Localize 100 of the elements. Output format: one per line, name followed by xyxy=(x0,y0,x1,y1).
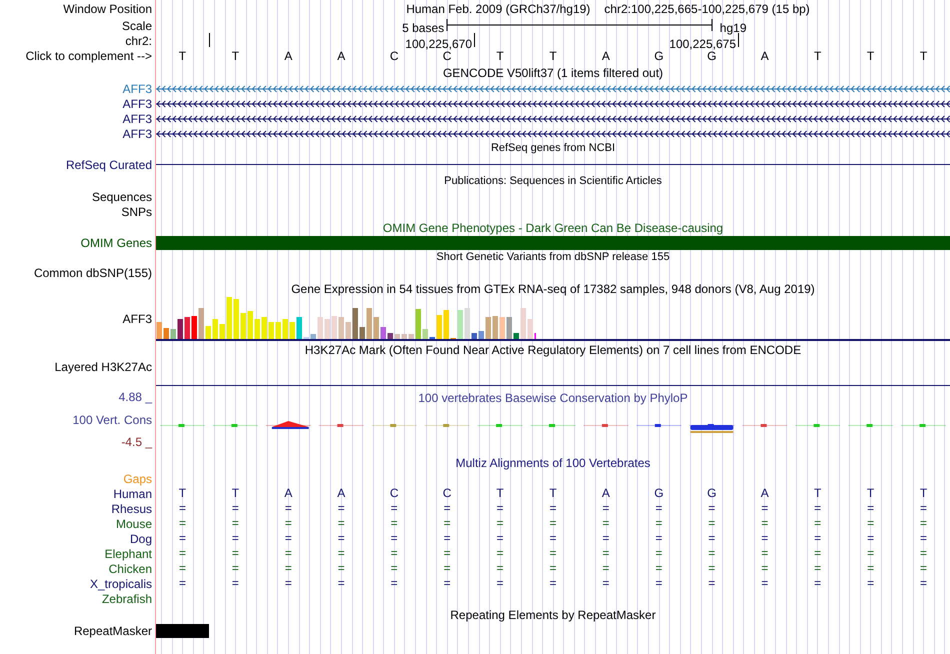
alignment-base: = xyxy=(444,501,451,516)
alignment-base: = xyxy=(338,546,345,561)
base-letter[interactable]: A xyxy=(337,49,346,63)
scale-length: 5 bases xyxy=(402,20,444,37)
alignment-base: A xyxy=(284,486,292,501)
alignment-base: = xyxy=(602,516,610,531)
alignment-base: = xyxy=(338,516,345,531)
track-label[interactable]: Mouse xyxy=(116,518,152,530)
base-letter[interactable]: C xyxy=(442,49,452,63)
alignment-base: = xyxy=(602,546,610,561)
track-label[interactable]: Dog xyxy=(130,532,152,544)
alignment-base: = xyxy=(232,576,239,591)
alignment-base: = xyxy=(496,546,504,561)
alignment-base: = xyxy=(178,501,186,516)
base-letter[interactable]: C xyxy=(390,49,399,63)
base-letter[interactable]: G xyxy=(707,49,716,63)
track-title: 100 vertebrates Basewise Conservation by PhyloP xyxy=(418,390,688,407)
track-label[interactable]: Zebrafish xyxy=(102,592,152,604)
alignment-base: = xyxy=(655,576,662,591)
assembly-label: hg19 xyxy=(720,20,746,37)
alignment-base: = xyxy=(550,501,556,516)
alignment-base: A xyxy=(602,486,610,501)
alignment-base: C xyxy=(390,486,399,501)
track-label[interactable]: AFF3 xyxy=(122,82,152,94)
base-letter[interactable]: A xyxy=(284,49,292,63)
alignment-base: = xyxy=(814,516,822,531)
alignment-base: T xyxy=(814,486,822,501)
track-label[interactable]: 100 Vert. Cons xyxy=(72,414,152,426)
track-label[interactable]: RepeatMasker xyxy=(74,625,152,637)
gene-line[interactable] xyxy=(156,130,950,138)
base-letter[interactable]: T xyxy=(920,49,928,63)
track-label[interactable]: AFF3 xyxy=(122,128,152,140)
alignment-base: A xyxy=(760,486,769,501)
alignment-base: = xyxy=(444,546,451,561)
base-letter[interactable]: T xyxy=(178,49,186,63)
track-title: Multiz Alignments of 100 Vertebrates xyxy=(456,454,650,472)
gene-line[interactable] xyxy=(156,100,950,108)
base-letter[interactable]: T xyxy=(549,49,557,63)
alignment-base: = xyxy=(814,561,822,576)
alignment-base: G xyxy=(654,486,664,501)
alignment-base: = xyxy=(708,516,716,531)
alignment-base: = xyxy=(761,561,768,576)
track-label: SNPs xyxy=(121,206,152,218)
base-letter[interactable]: T xyxy=(814,49,822,63)
track-label[interactable]: Human xyxy=(113,488,152,500)
track-label[interactable]: Chicken xyxy=(108,562,152,574)
alignment-base: T xyxy=(232,486,240,501)
alignment-base: = xyxy=(444,531,451,546)
alignment-base: = xyxy=(867,546,874,561)
alignment-base: = xyxy=(920,531,928,546)
track-label[interactable]: AFF3 xyxy=(122,112,152,124)
base-letter[interactable]: T xyxy=(232,49,240,63)
track-label[interactable]: Rhesus xyxy=(111,502,152,514)
alignment-base: T xyxy=(549,486,557,501)
alignment-base: = xyxy=(496,561,504,576)
alignment-base: = xyxy=(655,561,662,576)
ruler-label: 100,225,675 xyxy=(669,36,736,52)
alignment-base: = xyxy=(444,516,451,531)
base-letter[interactable]: T xyxy=(866,49,874,63)
alignment-base: = xyxy=(708,501,716,516)
track-label[interactable]: AFF3 xyxy=(122,98,152,110)
alignment-base: = xyxy=(550,576,556,591)
alignment-base: = xyxy=(920,576,928,591)
alignment-base: = xyxy=(550,561,556,576)
alignment-base: = xyxy=(761,516,768,531)
alignment-base: = xyxy=(708,531,716,546)
track-label[interactable]: Click to complement --> xyxy=(26,50,152,62)
alignment-base: = xyxy=(338,501,345,516)
gene-line[interactable] xyxy=(156,115,950,123)
track-title: Short Genetic Variants from dbSNP release 155 xyxy=(436,250,670,266)
alignment-base: = xyxy=(284,576,292,591)
expression-bars[interactable] xyxy=(156,297,536,339)
alignment-base: = xyxy=(338,576,345,591)
base-letter[interactable]: A xyxy=(602,49,610,63)
alignment-base: = xyxy=(920,501,928,516)
alignment-base: = xyxy=(496,576,504,591)
track-label[interactable]: X_tropicalis xyxy=(90,578,152,590)
alignment-base: = xyxy=(708,561,716,576)
alignment-base: = xyxy=(232,546,239,561)
alignment-base: = xyxy=(496,531,504,546)
alignment-base: = xyxy=(550,546,556,561)
base-letter[interactable]: T xyxy=(496,49,504,63)
alignment-base: = xyxy=(496,501,504,516)
alignment-base: = xyxy=(602,531,610,546)
alignment-base: = xyxy=(602,576,610,591)
track-label: Sequences xyxy=(92,190,152,202)
alignment-base: T xyxy=(178,486,186,501)
alignment-base: = xyxy=(338,531,345,546)
track-label[interactable]: RefSeq Curated xyxy=(66,159,152,171)
alignment-base: = xyxy=(814,576,822,591)
track-label[interactable]: OMIM Genes xyxy=(80,237,152,249)
alignment-base: = xyxy=(761,501,768,516)
alignment-base: A xyxy=(337,486,346,501)
alignment-base: = xyxy=(390,576,398,591)
alignment-base: G xyxy=(707,486,716,501)
track-label[interactable]: Elephant xyxy=(104,548,152,560)
base-letter[interactable]: A xyxy=(760,49,769,63)
base-letter[interactable]: G xyxy=(654,49,664,63)
alignment-base: = xyxy=(920,561,928,576)
alignment-base: = xyxy=(867,576,874,591)
